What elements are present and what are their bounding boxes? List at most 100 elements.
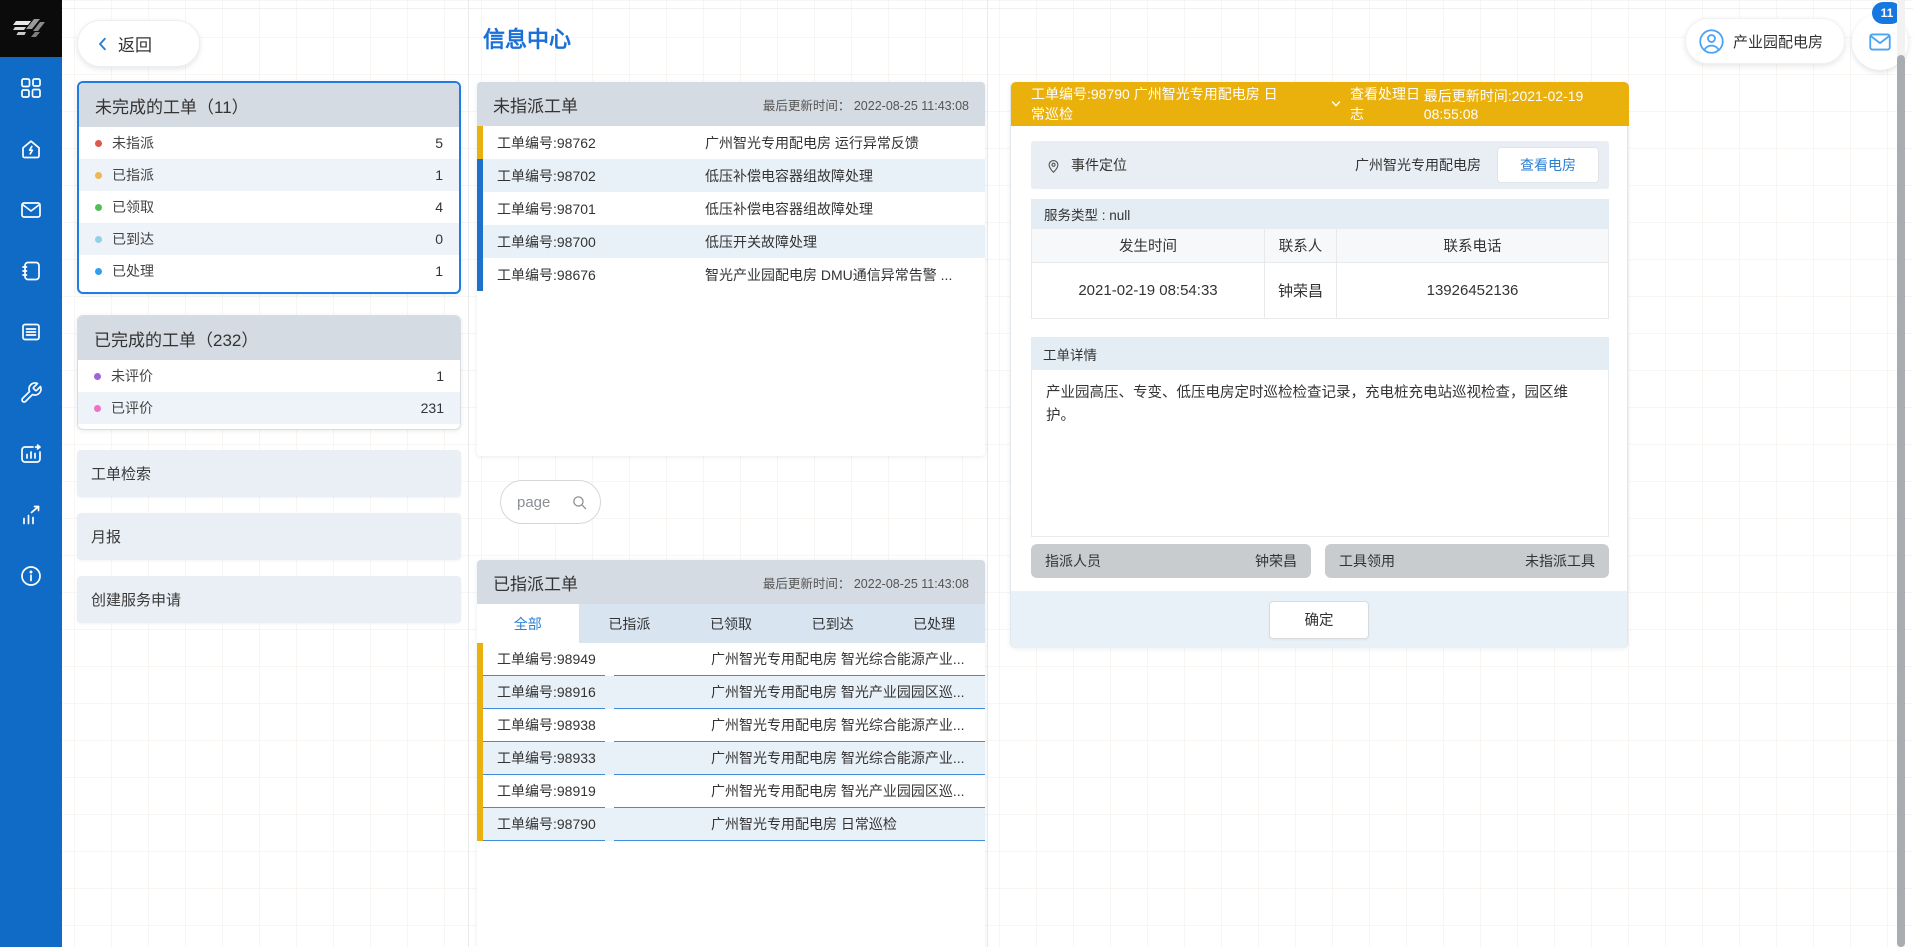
view-room-label: 查看电房 <box>1520 155 1576 175</box>
work-order-id: 工单编号:98676 <box>483 265 705 285</box>
mail-icon[interactable] <box>0 179 62 240</box>
status-item-claimed[interactable]: 已领取 4 <box>79 191 459 223</box>
mail-icon <box>1867 29 1893 55</box>
work-order-row[interactable]: 工单编号:98933 广州智光专用配电房 智光综合能源产业... <box>477 742 985 775</box>
sidebar-nav <box>0 57 62 947</box>
contact-value: 钟荣昌 <box>1265 263 1337 318</box>
notebook-icon[interactable] <box>0 240 62 301</box>
event-location-label: 事件定位 <box>1071 155 1127 175</box>
completed-orders-card: 已完成的工单（232） 未评价 1 已评价 231 <box>77 315 461 430</box>
tab-label: 已处理 <box>913 614 955 634</box>
detail-banner-updated: 最后更新时间:2021-02-19 08:55:08 <box>1424 86 1617 122</box>
tab-assigned[interactable]: 已指派 <box>579 604 681 643</box>
work-order-id: 工单编号:98919 <box>483 775 605 808</box>
tools-field[interactable]: 工具领用 未指派工具 <box>1325 544 1609 578</box>
tools-label: 工具领用 <box>1339 551 1395 571</box>
work-order-id: 工单编号:98762 <box>483 133 705 153</box>
user-account-button[interactable]: 产业园配电房 <box>1685 18 1845 64</box>
back-button[interactable]: 返回 <box>77 20 200 67</box>
status-label: 已评价 <box>111 398 153 418</box>
last-updated-label: 最后更新时间： 2022-08-25 11:43:08 <box>763 573 969 592</box>
status-dot <box>94 405 101 412</box>
view-log-link[interactable]: 查看处理日志 <box>1329 84 1424 124</box>
link-order-search[interactable]: 工单检索 <box>77 450 461 497</box>
work-order-id: 工单编号:98933 <box>483 742 605 775</box>
status-item-unassigned[interactable]: 未指派 5 <box>79 127 459 159</box>
assignee-value: 钟荣昌 <box>1255 551 1297 571</box>
work-order-id: 工单编号:98916 <box>483 676 605 709</box>
status-item-rated[interactable]: 已评价 231 <box>78 392 460 424</box>
work-order-desc: 广州智光专用配电房 日常巡检 <box>614 808 985 841</box>
work-order-desc: 低压开关故障处理 <box>705 232 985 252</box>
document-icon[interactable] <box>0 301 62 362</box>
status-item-assigned[interactable]: 已指派 1 <box>79 159 459 191</box>
contact-table-header: 发生时间 联系人 联系电话 <box>1031 229 1609 263</box>
confirm-label: 确定 <box>1305 609 1334 630</box>
home-icon[interactable] <box>0 118 62 179</box>
work-order-row[interactable]: 工单编号:98916 广州智光专用配电房 智光产业园园区巡... <box>477 676 985 709</box>
work-order-row[interactable]: 工单编号:98919 广州智光专用配电房 智光产业园园区巡... <box>477 775 985 808</box>
order-detail-header: 工单详情 <box>1031 337 1609 370</box>
trend-chart-icon[interactable] <box>0 484 62 545</box>
unassigned-orders-card: 未指派工单 最后更新时间： 2022-08-25 11:43:08 工单编号:9… <box>477 82 985 456</box>
status-label: 已指派 <box>112 165 154 185</box>
order-detail-content: 产业园高压、专变、低压电房定时巡检检查记录，充电桩充电站巡视检查，园区维护。 <box>1031 370 1609 537</box>
report-chart-icon[interactable] <box>0 423 62 484</box>
work-order-row[interactable]: 工单编号:98949 广州智光专用配电房 智光综合能源产业... <box>477 643 985 676</box>
status-label: 未指派 <box>112 133 154 153</box>
search-value: page <box>517 494 571 511</box>
event-location-bar: 事件定位 广州智光专用配电房 查看电房 <box>1031 141 1609 189</box>
status-dot <box>95 236 102 243</box>
info-icon[interactable] <box>0 545 62 606</box>
search-icon[interactable] <box>571 494 588 511</box>
work-order-row[interactable]: 工单编号:98701 低压补偿电容器组故障处理 <box>477 192 985 225</box>
page-search-input[interactable]: page <box>500 480 601 524</box>
tab-all[interactable]: 全部 <box>477 604 579 643</box>
contact-table-row: 2021-02-19 08:54:33 钟荣昌 13926452136 <box>1031 263 1609 319</box>
tab-processed[interactable]: 已处理 <box>883 604 985 643</box>
status-count: 231 <box>421 400 444 416</box>
status-item-processed[interactable]: 已处理 1 <box>79 255 459 287</box>
map-pin-icon <box>1045 157 1062 174</box>
view-room-button[interactable]: 查看电房 <box>1497 147 1599 183</box>
tab-arrived[interactable]: 已到达 <box>782 604 884 643</box>
assignee-field[interactable]: 指派人员 钟荣昌 <box>1031 544 1311 578</box>
work-order-row[interactable]: 工单编号:98702 低压补偿电容器组故障处理 <box>477 159 985 192</box>
status-count: 5 <box>435 135 443 151</box>
unassigned-orders-list: 工单编号:98762 广州智光专用配电房 运行异常反馈 工单编号:98702 低… <box>477 126 985 291</box>
status-count: 1 <box>435 167 443 183</box>
completed-orders-list: 未评价 1 已评价 231 <box>78 360 460 429</box>
work-order-desc: 智光产业园配电房 DMU通信异常告警 ... <box>705 265 985 285</box>
tab-label: 已领取 <box>710 614 752 634</box>
tab-label: 全部 <box>514 614 542 634</box>
status-item-arrived[interactable]: 已到达 0 <box>79 223 459 255</box>
work-order-row[interactable]: 工单编号:98762 广州智光专用配电房 运行异常反馈 <box>477 126 985 159</box>
completed-orders-title: 已完成的工单（232） <box>94 326 258 351</box>
work-order-row-selected[interactable]: 工单编号:98790 广州智光专用配电房 日常巡检 <box>477 808 985 841</box>
assigned-orders-title: 已指派工单 <box>493 570 578 595</box>
user-name: 产业园配电房 <box>1733 31 1823 52</box>
confirm-button[interactable]: 确定 <box>1269 601 1369 639</box>
occur-time-value: 2021-02-19 08:54:33 <box>1032 263 1265 318</box>
work-order-id: 工单编号:98701 <box>483 199 705 219</box>
status-count: 0 <box>435 231 443 247</box>
chevron-down-icon <box>1329 96 1343 112</box>
status-dot <box>94 373 101 380</box>
link-create-service-request[interactable]: 创建服务申请 <box>77 576 461 623</box>
app-logo <box>0 0 62 57</box>
apps-icon[interactable] <box>0 57 62 118</box>
status-label: 已领取 <box>112 197 154 217</box>
col-contact: 联系人 <box>1265 229 1337 262</box>
detail-banner: 工单编号:98790 广州智光专用配电房 日常巡检 查看处理日志 最后更新时间:… <box>1011 82 1629 126</box>
incomplete-orders-header: 未完成的工单（11） <box>79 83 459 127</box>
wrench-icon[interactable] <box>0 362 62 423</box>
work-order-row[interactable]: 工单编号:98676 智光产业园配电房 DMU通信异常告警 ... <box>477 258 985 291</box>
status-item-unrated[interactable]: 未评价 1 <box>78 360 460 392</box>
assigned-orders-header: 已指派工单 最后更新时间： 2022-08-25 11:43:08 <box>477 560 985 604</box>
scrollbar-thumb[interactable] <box>1897 55 1905 947</box>
work-order-row[interactable]: 工单编号:98938 广州智光专用配电房 智光综合能源产业... <box>477 709 985 742</box>
link-monthly-report[interactable]: 月报 <box>77 513 461 560</box>
work-order-row[interactable]: 工单编号:98700 低压开关故障处理 <box>477 225 985 258</box>
tab-claimed[interactable]: 已领取 <box>680 604 782 643</box>
tools-value: 未指派工具 <box>1525 551 1595 571</box>
